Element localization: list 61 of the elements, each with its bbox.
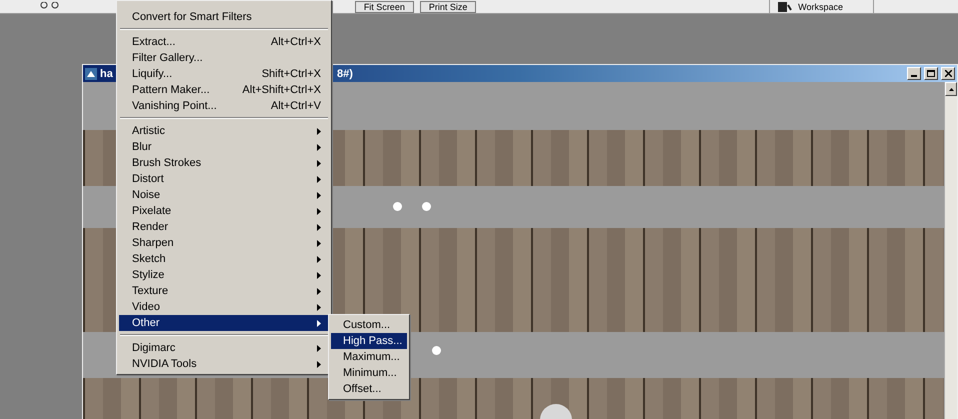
submenu-arrow-icon [317, 288, 321, 294]
submenu-arrow-icon [317, 256, 321, 262]
menu-item[interactable]: Digimarc [119, 340, 329, 356]
menu-item[interactable]: Sketch [119, 251, 329, 267]
toolbar-button[interactable]: Fit Screen [354, 0, 414, 12]
workspace-icon [778, 2, 792, 12]
submenu-arrow-icon [317, 192, 321, 198]
close-icon [944, 70, 952, 77]
maximize-icon [927, 70, 935, 77]
submenu-arrow-icon [317, 128, 321, 134]
shortcut-label: Alt+Ctrl+V [270, 100, 321, 112]
window-title: ha [100, 68, 113, 80]
menu-item[interactable]: Noise [119, 187, 329, 203]
toolbar-button[interactable]: Print Size [420, 0, 476, 12]
menu-item[interactable]: Stylize [119, 267, 329, 283]
submenu-arrow-icon [317, 304, 321, 310]
menu-item[interactable]: Brush Strokes [119, 155, 329, 171]
menu-item[interactable]: Maximum... [331, 349, 407, 365]
workspace-label: Workspace [798, 2, 844, 12]
menu-item[interactable]: High Pass... [331, 333, 407, 349]
submenu-arrow-icon [317, 320, 321, 326]
submenu-arrow-icon [317, 344, 321, 352]
menu-item[interactable]: Texture [119, 283, 329, 299]
menu-item[interactable]: Pixelate [119, 203, 329, 219]
shortcut-label: Alt+Shift+Ctrl+X [242, 84, 321, 96]
app-icon [85, 68, 97, 80]
submenu-arrow-icon [317, 176, 321, 182]
menu-item[interactable]: Custom... [331, 317, 407, 333]
submenu-arrow-icon [317, 144, 321, 150]
submenu-arrow-icon [317, 360, 321, 368]
menu-item[interactable]: Render [119, 219, 329, 235]
menu-item[interactable]: Extract... Alt+Ctrl+X [119, 34, 329, 50]
menu-item[interactable]: Pattern Maker... Alt+Shift+Ctrl+X [119, 82, 329, 98]
shortcut-label: Shift+Ctrl+X [262, 68, 321, 80]
menu-item[interactable]: Distort [119, 171, 329, 187]
scroll-up-button[interactable] [945, 82, 957, 96]
maximize-button[interactable] [924, 67, 938, 80]
submenu-arrow-icon [317, 272, 321, 278]
menu-item[interactable]: Vanishing Point... Alt+Ctrl+V [119, 98, 329, 114]
menu-item[interactable]: NVIDIA Tools [119, 356, 329, 372]
submenu-arrow-icon [317, 240, 321, 246]
menu-item[interactable]: Minimum... [331, 365, 407, 381]
menu-item[interactable]: Convert for Smart Filters [119, 9, 329, 25]
shortcut-label: Alt+Ctrl+X [270, 36, 321, 48]
window-title: 8#) [336, 68, 353, 80]
up-arrow-icon [948, 88, 954, 90]
submenu-arrow-icon [317, 160, 321, 166]
menu-item[interactable]: Blur [119, 139, 329, 155]
menu-item[interactable]: Video [119, 299, 329, 315]
submenu-arrow-icon [317, 224, 321, 230]
menu-item[interactable]: Liquify... Shift+Ctrl+X [119, 66, 329, 82]
scrollbar[interactable] [944, 82, 957, 419]
close-button[interactable] [941, 67, 955, 80]
menu-item[interactable]: Filter Gallery... [119, 50, 329, 66]
workspace-button[interactable]: Workspace [769, 0, 874, 14]
menu-item[interactable]: Sharpen [119, 235, 329, 251]
menu-item[interactable]: Other [119, 315, 329, 331]
submenu-arrow-icon [317, 208, 321, 214]
menu-item[interactable]: Artistic [119, 123, 329, 139]
menu-item[interactable]: Offset... [331, 381, 407, 397]
minimize-button[interactable] [907, 67, 921, 80]
